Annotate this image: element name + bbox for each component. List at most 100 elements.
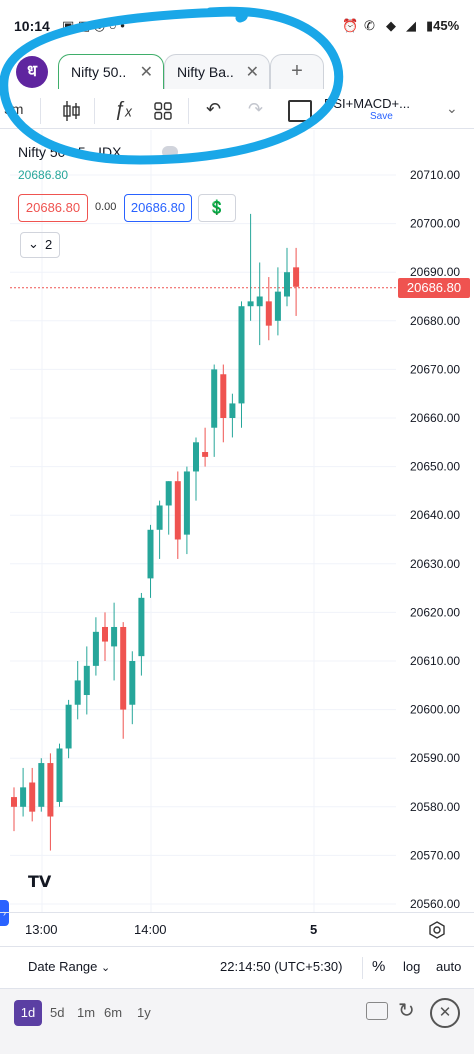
sell-button[interactable]: 20686.80 [18,194,88,222]
price-chart[interactable]: 20710.0020700.0020690.0020680.0020670.00… [0,130,474,912]
indicators-fx-icon[interactable]: ƒₓ [114,98,133,121]
candle-body [20,787,27,807]
chevron-down-icon: ⌄ [28,236,39,251]
candle-body [193,442,199,472]
indicators-toggle[interactable]: ⌄ 2 [20,232,60,258]
chevron-down-icon[interactable]: ⌄ [446,100,458,117]
indicator-count: 2 [45,237,53,252]
divider [94,98,95,124]
candle-body [156,505,163,530]
symbol-title[interactable]: Nifty 50 · 5 · IDX [18,144,121,160]
candle-body [74,680,81,705]
tab-nifty-50[interactable]: Nifty 50.. ✕ [58,54,164,89]
candle-body [165,481,172,506]
candle-body [102,626,108,642]
indicator-template-button[interactable]: RSI+MACD+... [324,96,410,111]
save-button[interactable]: Save [370,111,393,122]
price-label: 20580.00 [410,800,460,814]
interval-selector[interactable]: 5m [4,101,23,117]
price-label: 20660.00 [410,411,460,425]
candle-body [129,661,136,705]
candle-body [202,452,209,457]
price-label: 20570.00 [410,848,460,862]
undo-icon[interactable]: ↶ [206,99,221,120]
price-label: 20710.00 [410,168,460,182]
chart-toolbar: 5m ƒₓ ↶ ↷ RSI+MACD+... Save ⌄ [0,94,474,129]
percent-scale-button[interactable]: % [372,958,385,975]
divider [188,98,189,124]
candle-body [56,748,63,802]
refresh-icon[interactable]: ↻ [398,998,415,1023]
candle-body [138,597,145,657]
price-label: 20610.00 [410,654,460,668]
battery-level: 45% [433,18,460,33]
price-label: 20650.00 [410,460,460,474]
plus-icon: + [291,60,303,82]
chart-clock[interactable]: 22:14:50 (UTC+5:30) [220,959,342,974]
time-label: 13:00 [25,922,58,937]
status-bar: 10:14 ▣ ◫ ◎ ○ • ⏰ ✆ ◆ ◢ ▮45% [0,0,474,50]
redo-icon[interactable]: ↷ [248,99,263,120]
last-price: 20686.80 [18,168,69,182]
print-icon[interactable] [366,1002,388,1020]
status-time: 10:14 [14,18,50,34]
current-price-tag: 20686.80 [398,278,470,298]
settings-gear-icon[interactable] [428,921,446,939]
tradingview-logo-icon: 𝗧𝗩 [28,874,52,891]
call-icon: ✆ [364,18,375,33]
sell-price: 20686.80 [25,200,81,215]
price-label: 20600.00 [410,703,460,717]
phonepe-logo-icon[interactable]: ध [16,56,48,88]
range-1y[interactable]: 1y [137,1000,151,1026]
time-label: 5 [310,922,318,937]
range-1m[interactable]: 1m [77,1000,95,1026]
candle-body [65,704,72,749]
candle-body [274,291,281,321]
spread-value: 0.00 [95,201,117,213]
candle-body [92,631,99,666]
close-icon[interactable]: ✕ [430,998,460,1028]
time-axis: 13:00 14:00 5 [0,912,474,947]
indicator-template-label: RSI+MACD+... [324,96,410,111]
auto-scale-button[interactable]: auto [436,959,461,974]
price-label: 20680.00 [410,314,460,328]
price-label: 20620.00 [410,605,460,619]
candle-body [174,481,181,540]
range-1d[interactable]: 1d [14,1000,42,1026]
alarm-icon: ⏰ [342,18,359,33]
collapse-legend-icon[interactable] [162,146,178,158]
candle-body [147,529,154,579]
wifi-icon: ◆ [386,18,396,33]
close-icon[interactable]: ✕ [246,62,259,82]
price-label: 20670.00 [410,362,460,376]
price-label: 20640.00 [410,508,460,522]
fullscreen-icon[interactable] [288,100,312,122]
candle-body [293,267,300,287]
candle-body [11,797,17,807]
trade-dollar-icon[interactable]: 💲 [198,194,236,222]
bottom-bar: Date Range ⌄ 22:14:50 (UTC+5:30) % log a… [0,946,474,989]
range-6m[interactable]: 6m [104,1000,122,1026]
new-tab-button[interactable]: + [270,54,324,89]
price-label: 20560.00 [410,897,460,911]
chevron-down-icon: ⌄ [101,962,111,974]
buy-button[interactable]: 20686.80 [124,194,192,222]
price-label: 20590.00 [410,751,460,765]
candle-body [220,374,227,418]
notification-icon: ▣ ◫ ◎ ○ • [62,18,125,33]
candle-body [111,626,118,647]
tab-nifty-bank[interactable]: Nifty Ba.. ✕ [164,54,270,89]
range-5d[interactable]: 5d [50,1000,64,1026]
buy-price: 20686.80 [130,200,186,215]
candle-body [229,403,236,418]
candle-body [238,306,245,404]
layout-grid-icon[interactable] [154,102,172,120]
candles-icon[interactable] [62,100,82,122]
candle-body [284,272,290,297]
close-icon[interactable]: ✕ [140,62,153,82]
log-scale-button[interactable]: log [403,959,420,974]
candle-body [29,782,36,812]
date-range-button[interactable]: Date Range ⌄ [28,959,110,974]
divider [362,957,363,979]
candle-body [38,763,45,807]
